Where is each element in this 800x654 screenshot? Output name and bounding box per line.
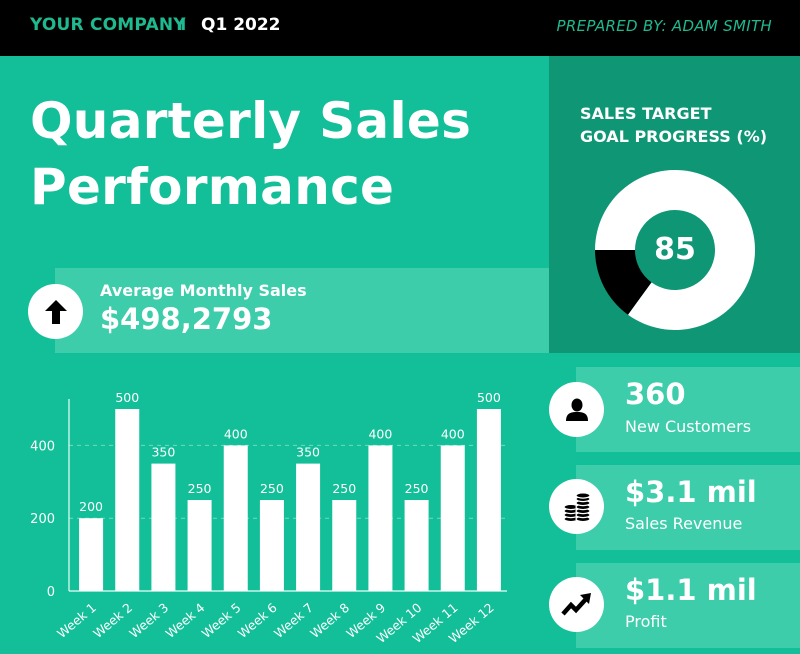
- x-tick-label: Week 5: [199, 600, 244, 641]
- arrow-up-icon: [28, 284, 83, 339]
- goal-progress-panel: SALES TARGET GOAL PROGRESS (%) 85: [549, 56, 800, 353]
- bar: [404, 500, 429, 591]
- bar-data-label: 400: [368, 426, 392, 441]
- bar: [115, 409, 140, 591]
- weekly-sales-chart: 0 200 400 200 Week 1 500 Week 2 350 Week 3 250 Wee…: [20, 380, 540, 654]
- stat-label-revenue: Sales Revenue: [625, 514, 743, 533]
- page-title-line-1: Quarterly Sales: [30, 92, 472, 150]
- x-tick-label: Week 6: [235, 600, 280, 641]
- bar-data-label: 400: [224, 426, 248, 441]
- company-name: YOUR COMPANY: [30, 15, 186, 35]
- x-tick-label: Week 2: [90, 600, 135, 641]
- goal-title-line-1: SALES TARGET: [580, 104, 712, 123]
- x-tick-label: Week 4: [162, 600, 207, 641]
- bar-data-label: 350: [151, 445, 175, 460]
- bar: [476, 409, 501, 591]
- x-tick-label: Week 3: [126, 600, 171, 641]
- bar: [332, 500, 357, 591]
- bar: [223, 445, 248, 591]
- trend-up-icon: [549, 577, 604, 632]
- header-bar: YOUR COMPANY I Q1 2022 PREPARED BY: ADAM…: [0, 0, 800, 56]
- prepared-by: PREPARED BY: ADAM SMITH: [556, 17, 772, 35]
- bar: [151, 463, 176, 591]
- bar-data-label: 500: [115, 390, 139, 405]
- bar-data-label: 200: [79, 499, 103, 514]
- bar-data-label: 250: [405, 481, 429, 496]
- x-tick-label: Week 8: [307, 600, 352, 641]
- coins-icon: [549, 479, 604, 534]
- bar: [259, 500, 284, 591]
- bar: [368, 445, 393, 591]
- bar: [187, 500, 212, 591]
- stat-value-customers: 360: [625, 377, 686, 411]
- header-separator: I: [180, 15, 187, 35]
- bar-chart-svg: 0 200 400 200 Week 1 500 Week 2 350 Week 3 250 Wee…: [30, 390, 507, 646]
- stat-label-profit: Profit: [625, 612, 667, 631]
- stat-label-customers: New Customers: [625, 417, 752, 436]
- stat-card-customers: [576, 367, 800, 452]
- bar: [296, 463, 321, 591]
- bar-data-label: 250: [188, 481, 212, 496]
- y-tick-label: 0: [47, 585, 55, 600]
- bar-data-label: 250: [260, 481, 284, 496]
- bar-data-label: 250: [332, 481, 356, 496]
- y-tick-label: 200: [30, 512, 55, 527]
- bar: [79, 518, 104, 591]
- goal-title: SALES TARGET GOAL PROGRESS (%): [580, 102, 767, 148]
- average-sales-label: Average Monthly Sales: [100, 281, 307, 300]
- x-tick-label: Week 7: [271, 600, 316, 641]
- page-title-line-2: Performance: [30, 158, 395, 216]
- user-icon: [549, 382, 604, 437]
- goal-value: 85: [654, 232, 696, 267]
- average-sales-value: $498,2793: [100, 302, 273, 336]
- x-tick-label: Week 1: [54, 600, 99, 641]
- bar-data-label: 400: [441, 426, 465, 441]
- quarter-label: Q1 2022: [201, 15, 281, 35]
- stat-value-revenue: $3.1 mil: [625, 475, 757, 509]
- page-title: Quarterly Sales Performance: [30, 88, 471, 220]
- goal-title-line-2: GOAL PROGRESS (%): [580, 127, 768, 146]
- bar-data-label: 500: [477, 390, 501, 405]
- y-tick-label: 400: [30, 439, 55, 454]
- bar-data-label: 350: [296, 445, 320, 460]
- bar: [440, 445, 465, 591]
- stat-value-profit: $1.1 mil: [625, 573, 757, 607]
